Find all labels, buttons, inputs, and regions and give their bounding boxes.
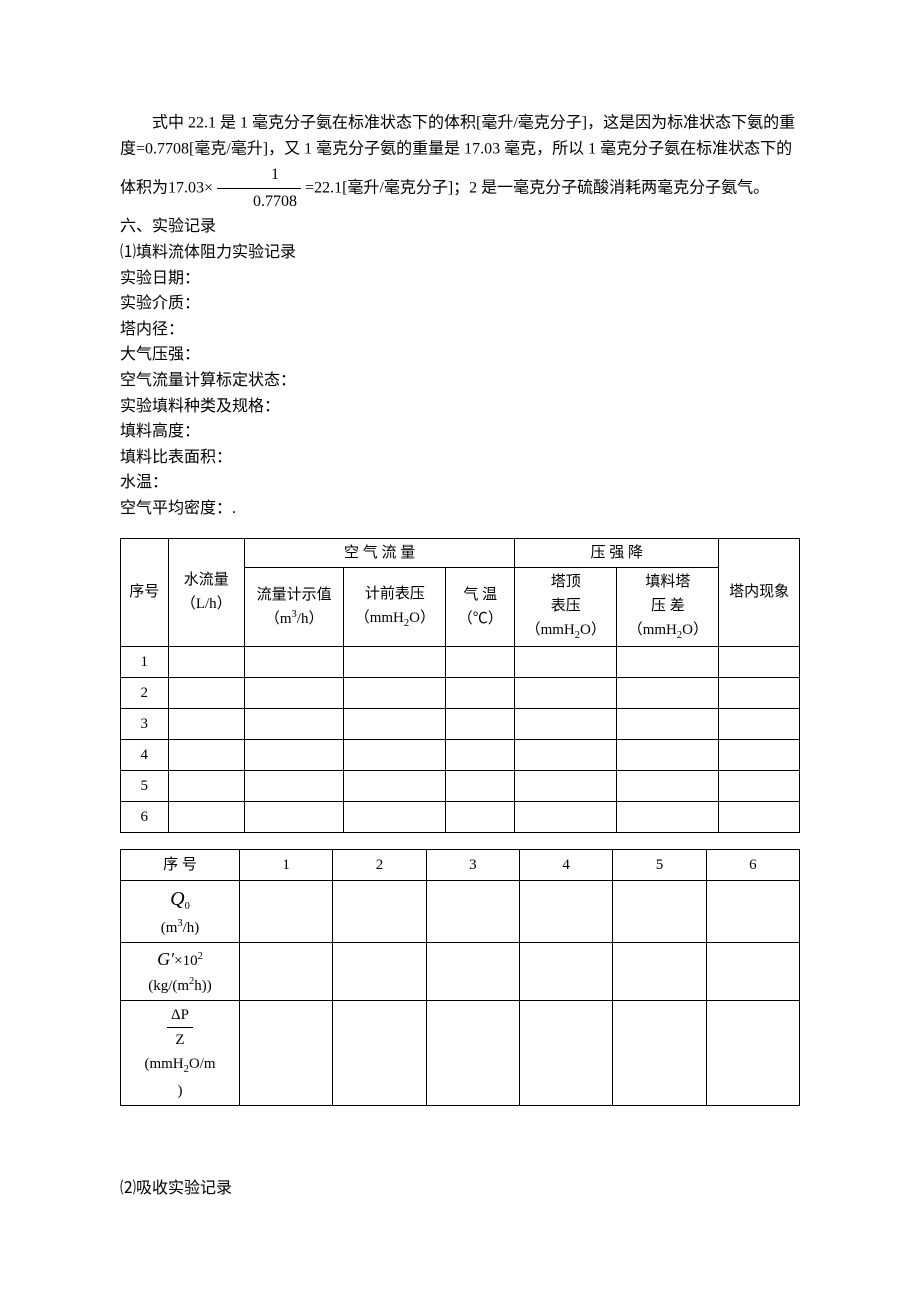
- record1-title: ⑴填料流体阻力实验记录: [120, 240, 800, 266]
- t1-r1-seq: 1: [121, 647, 169, 678]
- t1-h-temp: 气 温 （℃）: [446, 567, 515, 647]
- t1-r3-seq: 3: [121, 709, 169, 740]
- table-row: 5: [121, 771, 800, 802]
- field-packing-spec: 实验填料种类及规格：: [120, 394, 800, 420]
- eq-den: 0.7708: [217, 188, 301, 215]
- paragraph-explanation: 式中 22.1 是 1 毫克分子氨在标准状态下的体积[毫升/毫克分子]，这是因为…: [120, 110, 800, 214]
- table-row: 6: [121, 802, 800, 833]
- t2-row-q0: Q0 (m3/h): [121, 881, 240, 943]
- document-page: 式中 22.1 是 1 毫克分子氨在标准状态下的体积[毫升/毫克分子]，这是因为…: [0, 0, 920, 1302]
- t1-h-water: 水流量（L/h）: [168, 538, 245, 647]
- t1-h-top-pressure: 塔顶 表压 （mmH2O）: [515, 567, 617, 647]
- t2-col-4: 4: [519, 850, 612, 881]
- t1-r5-seq: 5: [121, 771, 169, 802]
- t1-r4-seq: 4: [121, 740, 169, 771]
- field-date: 实验日期：: [120, 266, 800, 292]
- table-row: ΔP Z (mmH2O/m ): [121, 1000, 800, 1105]
- t1-h-pressure: 压 强 降: [515, 538, 719, 567]
- field-atm-pressure: 大气压强：: [120, 342, 800, 368]
- eq-rhs: =22.1: [305, 180, 342, 197]
- section-6-heading: 六、实验记录: [120, 214, 800, 240]
- field-specific-area: 填料比表面积：: [120, 445, 800, 471]
- t1-h-pack-diff: 填料塔 压 差 （mmH2O）: [617, 567, 719, 647]
- t1-r2-seq: 2: [121, 678, 169, 709]
- eq-lhs: 17.03×: [168, 180, 213, 197]
- field-packing-height: 填料高度：: [120, 419, 800, 445]
- t2-row-dp-z: ΔP Z (mmH2O/m ): [121, 1000, 240, 1105]
- t2-h-seq: 序 号: [121, 850, 240, 881]
- t2-col-3: 3: [426, 850, 519, 881]
- t2-header-row: 序 号 1 2 3 4 5 6: [121, 850, 800, 881]
- t2-col-6: 6: [706, 850, 799, 881]
- table-packing-resistance: 序号 水流量（L/h） 空 气 流 量 压 强 降 塔内现象 流量计示值 （m3…: [120, 538, 800, 834]
- table-row: 3: [121, 709, 800, 740]
- t1-h-pre-gauge: 计前表压 （mmH2O）: [344, 567, 446, 647]
- t1-h-seq: 序号: [121, 538, 169, 647]
- field-diameter: 塔内径：: [120, 317, 800, 343]
- eq-num: 1: [217, 162, 301, 188]
- table-row: G′×102 (kg/(m2h)): [121, 943, 800, 1001]
- eq-fraction: 10.7708: [217, 162, 301, 214]
- record2-title: ⑵吸收实验记录: [120, 1176, 800, 1202]
- para1-text-2: [毫升/毫克分子]；2 是一毫克分子硫酸消耗两毫克分子氨气。: [342, 180, 769, 197]
- t2-row-g: G′×102 (kg/(m2h)): [121, 943, 240, 1001]
- t1-h-meter-val: 流量计示值 （m3/h）: [245, 567, 344, 647]
- t2-col-1: 1: [240, 850, 333, 881]
- t1-r6-seq: 6: [121, 802, 169, 833]
- table-row: 2: [121, 678, 800, 709]
- field-medium: 实验介质：: [120, 291, 800, 317]
- field-airflow-calib: 空气流量计算标定状态：: [120, 368, 800, 394]
- t2-col-2: 2: [333, 850, 426, 881]
- table-calculation: 序 号 1 2 3 4 5 6 Q0 (m3/h) G′×102 (kg/(m2…: [120, 849, 800, 1105]
- field-air-density: 空气平均密度：.: [120, 496, 800, 522]
- dp-z-fraction: ΔP Z: [167, 1003, 193, 1052]
- t1-h-phenom: 塔内现象: [719, 538, 800, 647]
- table-row: 4: [121, 740, 800, 771]
- table-row: 1: [121, 647, 800, 678]
- t1-h-airflow: 空 气 流 量: [245, 538, 515, 567]
- t2-col-5: 5: [613, 850, 706, 881]
- table-row: Q0 (m3/h): [121, 881, 800, 943]
- field-water-temp: 水温：: [120, 470, 800, 496]
